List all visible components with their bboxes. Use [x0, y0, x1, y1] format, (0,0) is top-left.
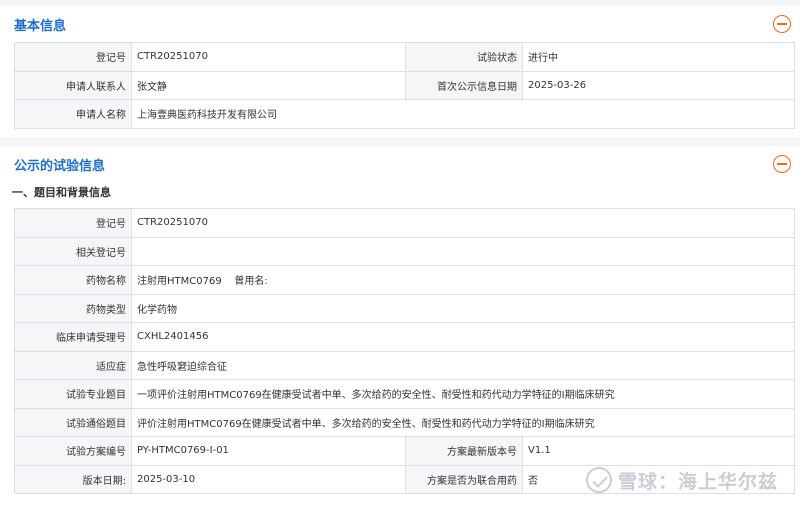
- collapse-icon[interactable]: [773, 155, 791, 173]
- field-value: 上海壹典医药科技开发有限公司: [131, 99, 795, 129]
- watermark-text: 雪球：海上华尔兹: [617, 470, 778, 493]
- field-label: 申请人联系人: [14, 70, 132, 100]
- field-label: 试验专业题目: [14, 379, 132, 409]
- basic-info-panel: 基本信息 登记号 CTR20251070 试验状态 进行中 申请人联系人 张文静…: [0, 6, 800, 137]
- field-label: 申请人名称: [14, 99, 132, 129]
- table-row: 试验专业题目 一项评价注射用HTMC0769在健康受试者中单、多次给药的安全性、…: [14, 379, 795, 409]
- basic-info-title: 基本信息: [14, 19, 67, 34]
- table-row: 试验方案编号 PY-HTMC0769-I-01 方案最新版本号 V1.1: [14, 436, 795, 466]
- table-row: 申请人名称 上海壹典医药科技开发有限公司: [14, 99, 795, 129]
- field-value: PY-HTMC0769-I-01: [131, 436, 406, 466]
- field-value: 一项评价注射用HTMC0769在健康受试者中单、多次给药的安全性、耐受性和药代动…: [131, 379, 795, 409]
- field-label: 相关登记号: [14, 236, 132, 266]
- public-info-title: 公示的试验信息: [14, 159, 106, 174]
- field-value: 进行中: [522, 42, 795, 72]
- field-label: 试验状态: [405, 42, 523, 72]
- field-value: CTR20251070: [131, 42, 406, 72]
- field-value: 化学药物: [131, 293, 795, 323]
- field-label: 登记号: [14, 42, 132, 72]
- table-row: 适应症 急性呼吸窘迫综合征: [14, 350, 795, 380]
- snowball-logo-icon: [585, 467, 612, 493]
- field-value: CTR20251070: [131, 208, 795, 238]
- field-label: 版本日期:: [14, 464, 132, 494]
- public-info-panel: 公示的试验信息 一、题目和背景信息 登记号 CTR20251070 相关登记号 …: [0, 146, 800, 506]
- field-label: 试验通俗题目: [14, 407, 132, 437]
- public-info-header: 公示的试验信息: [0, 146, 800, 180]
- table-row: 药物名称 注射用HTMC0769 曾用名:: [14, 265, 795, 295]
- field-label: 试验方案编号: [14, 436, 132, 466]
- field-label: 临床申请受理号: [14, 322, 132, 352]
- field-value: 2025-03-26: [522, 70, 795, 100]
- field-value: 急性呼吸窘迫综合征: [131, 350, 795, 380]
- field-value: [131, 236, 795, 266]
- table-row: 申请人联系人 张文静 首次公示信息日期 2025-03-26: [14, 70, 795, 100]
- table-row: 登记号 CTR20251070: [14, 208, 795, 238]
- section-subtitle: 一、题目和背景信息: [12, 186, 111, 199]
- field-label: 首次公示信息日期: [405, 70, 523, 100]
- field-value: 2025-03-10: [131, 464, 406, 494]
- table-row: 试验通俗题目 评价注射用HTMC0769在健康受试者中单、多次给药的安全性、耐受…: [14, 407, 795, 437]
- basic-info-header: 基本信息: [0, 6, 800, 40]
- field-value: 评价注射用HTMC0769在健康受试者中单、多次给药的安全性、耐受性和药代动力学…: [131, 407, 795, 437]
- table-row: 药物类型 化学药物: [14, 293, 795, 323]
- table-row: 临床申请受理号 CXHL2401456: [14, 322, 795, 352]
- field-label: 适应症: [14, 350, 132, 380]
- table-row: 相关登记号: [14, 236, 795, 266]
- table-row: 登记号 CTR20251070 试验状态 进行中: [14, 42, 795, 72]
- basic-info-table: 登记号 CTR20251070 试验状态 进行中 申请人联系人 张文静 首次公示…: [14, 42, 795, 129]
- trial-info-table: 登记号 CTR20251070 相关登记号 药物名称 注射用HTMC0769 曾…: [14, 208, 795, 494]
- field-label: 药物类型: [14, 293, 132, 323]
- field-value: V1.1: [522, 436, 795, 466]
- field-label: 登记号: [14, 208, 132, 238]
- field-label: 方案是否为联合用药: [405, 464, 523, 494]
- field-label: 方案最新版本号: [405, 436, 523, 466]
- watermark: 雪球：海上华尔兹: [585, 466, 778, 494]
- field-value: 张文静: [131, 70, 406, 100]
- collapse-icon[interactable]: [773, 15, 791, 33]
- field-label: 药物名称: [14, 265, 132, 295]
- field-value: CXHL2401456: [131, 322, 795, 352]
- field-value: 注射用HTMC0769 曾用名:: [131, 265, 795, 295]
